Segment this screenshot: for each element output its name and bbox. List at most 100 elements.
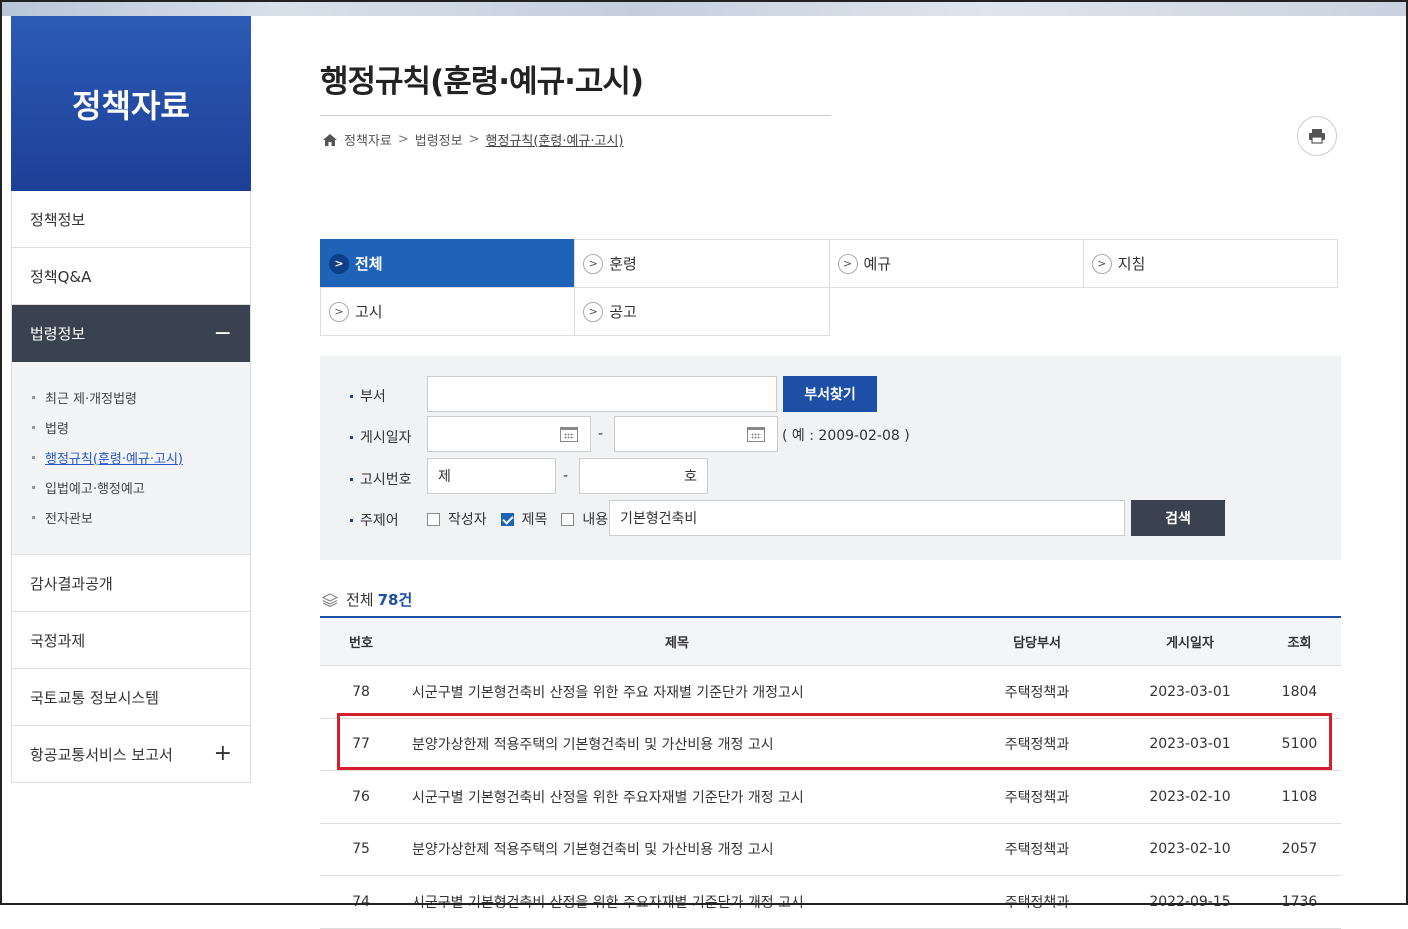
tab-directive[interactable]: > 훈령 [574,239,830,288]
tab-notice[interactable]: > 고시 [320,287,576,336]
author-option[interactable]: 작성자 [427,509,487,529]
row-title-link[interactable]: 시군구별 기본형건축비 산정을 위한 주요자재별 기준단가 개정 고시 [412,790,804,806]
submenu-label: 법령 [45,421,69,437]
end-date-input[interactable] [614,416,778,452]
start-date-input[interactable] [427,416,591,452]
tab-label: 전체 [355,255,383,273]
sidebar-nav: 정책정보 정책Q&A 법령정보 − 최근 제·개정법령 법령 행정규칙(훈령·예… [11,191,251,783]
cell-no: 76 [352,788,370,805]
tab-established-rule[interactable]: > 예규 [828,239,1084,288]
search-button[interactable]: 검색 [1131,500,1225,536]
row-title-link[interactable]: 시군구별 기본형건축비 산정을 위한 주요 자재별 기준단가 개정고시 [412,685,804,701]
home-icon[interactable] [322,133,338,147]
title-option[interactable]: 제목 [500,509,547,529]
dept-search-button[interactable]: 부서찾기 [783,376,877,412]
cell-no: 75 [352,841,370,858]
cell-views: 5100 [1281,736,1318,753]
date-separator: - [598,426,604,442]
tab-label: 예규 [863,255,892,273]
submenu-item-admin-rules[interactable]: 행정규칙(훈령·예규·고시) [12,442,250,472]
print-icon [1309,129,1325,144]
sidebar-item-label: 정책정보 [30,210,86,229]
tab-all[interactable]: > 전체 [320,239,576,288]
sidebar-item-aviation-report[interactable]: 항공교통서비스 보고서 + [12,726,250,783]
row-title-link[interactable]: 분양가상한제 적용주택의 기본형건축비 및 가산비용 개정 고시 [412,842,774,858]
chevron-right-icon: > [329,253,349,274]
notice-number-input-2[interactable]: 호 [579,458,708,494]
sidebar-title: 정책자료 [11,16,251,191]
count-value: 78건 [377,591,413,609]
print-button[interactable] [1297,116,1337,156]
submenu-label: 최근 제·개정법령 [45,391,137,407]
row-title-link[interactable]: 분양가상한제 적용주택의 기본형건축비 및 가산비용 개정 고시 [412,737,774,753]
cell-date: 2023-03-01 [1149,683,1231,700]
chevron-right-icon: > [1091,253,1112,274]
sidebar-item-label: 정책Q&A [30,267,92,286]
category-tabs: > 전체 > 훈령 > 예규 > 지침 > 고시 > 공고 [320,239,1341,336]
submenu-item-laws[interactable]: 법령 [12,412,250,442]
sidebar-item-policy-qa[interactable]: 정책Q&A [12,248,250,305]
cell-views: 1804 [1281,683,1318,700]
cell-dept: 주택정책과 [1004,789,1070,806]
author-checkbox[interactable] [427,512,440,526]
notice-number-input-1[interactable]: 제 [427,458,556,494]
title-checkbox[interactable] [500,512,514,526]
cell-date: 2023-03-01 [1149,736,1231,753]
tab-label: 지침 [1117,255,1146,273]
sidebar-item-national-tasks[interactable]: 국정과제 [12,612,250,669]
cell-date: 2023-02-10 [1149,841,1231,858]
breadcrumb-item[interactable]: 정책자료 [344,130,392,149]
submenu-label: 전자관보 [45,511,93,527]
cell-views: 1736 [1281,893,1318,910]
results-table: 번호 제목 담당부서 게시일자 조회 78 시군구별 기본형건축비 산정을 위한… [320,616,1341,929]
expand-icon[interactable]: + [214,743,232,765]
sidebar-submenu: 최근 제·개정법령 법령 행정규칙(훈령·예규·고시) 입법예고·행정예고 전자… [12,362,250,555]
row-title-link[interactable]: 시군구별 기본형건축비 산정을 위한 주요자재별 기준단가 개정 고시 [412,895,804,911]
cell-date: 2022-09-15 [1149,893,1231,910]
calendar-icon[interactable] [747,427,765,442]
date-hint: ( 예 : 2009-02-08 ) [782,428,910,444]
submenu-item-legislative-notice[interactable]: 입법예고·행정예고 [12,472,250,502]
chevron-right-icon: > [583,253,604,274]
table-row: 76 시군구별 기본형건축비 산정을 위한 주요자재별 기준단가 개정 고시 주… [320,771,1341,824]
keyword-input[interactable]: 기본형건축비 [609,500,1125,536]
keyword-label: 주제어 [350,510,399,530]
chevron-right-icon: > [837,253,858,274]
dept-input[interactable] [427,376,777,412]
sidebar-item-policy-info[interactable]: 정책정보 [12,191,250,248]
count-prefix: 전체 [346,591,374,609]
tab-label: 고시 [355,303,383,321]
chevron-right-icon: > [329,301,349,322]
sidebar-item-info-system[interactable]: 국토교통 정보시스템 [12,669,250,726]
tab-announcement[interactable]: > 공고 [574,287,830,336]
notice-separator: - [563,468,569,484]
chevron-right-icon: > [468,132,480,147]
calendar-icon[interactable] [560,427,578,442]
tab-guideline[interactable]: > 지침 [1082,239,1338,288]
submenu-item-recent-laws[interactable]: 최근 제·개정법령 [12,382,250,412]
cell-dept: 주택정책과 [1004,684,1070,701]
cell-views: 2057 [1281,841,1318,858]
cell-dept: 주택정책과 [1004,842,1070,859]
sidebar-item-label: 법령정보 [30,325,86,343]
submenu-item-gazette[interactable]: 전자관보 [12,502,250,532]
sidebar-item-law-info[interactable]: 법령정보 − [12,305,250,362]
cell-no: 77 [352,736,370,753]
cell-no: 78 [352,683,370,700]
sidebar-item-label: 국토교통 정보시스템 [30,688,159,707]
content-checkbox[interactable] [561,512,575,526]
content-option[interactable]: 내용 [561,509,608,529]
tab-label: 훈령 [609,255,637,273]
cell-views: 1108 [1281,788,1318,805]
sidebar-item-audit[interactable]: 감사결과공개 [12,555,250,612]
sidebar-item-label: 국정과제 [30,631,86,650]
breadcrumb-item[interactable]: 법령정보 [415,130,463,149]
collapse-icon[interactable]: − [214,322,232,345]
layers-icon [322,592,338,607]
notice-number-label: 고시번호 [350,469,412,489]
cell-date: 2023-02-10 [1149,788,1231,805]
header-title: 제목 [665,636,689,651]
header-no: 번호 [349,636,373,651]
breadcrumb-current[interactable]: 행정규칙(훈령·예규·고시) [486,130,624,149]
submenu-label: 입법예고·행정예고 [45,481,145,497]
